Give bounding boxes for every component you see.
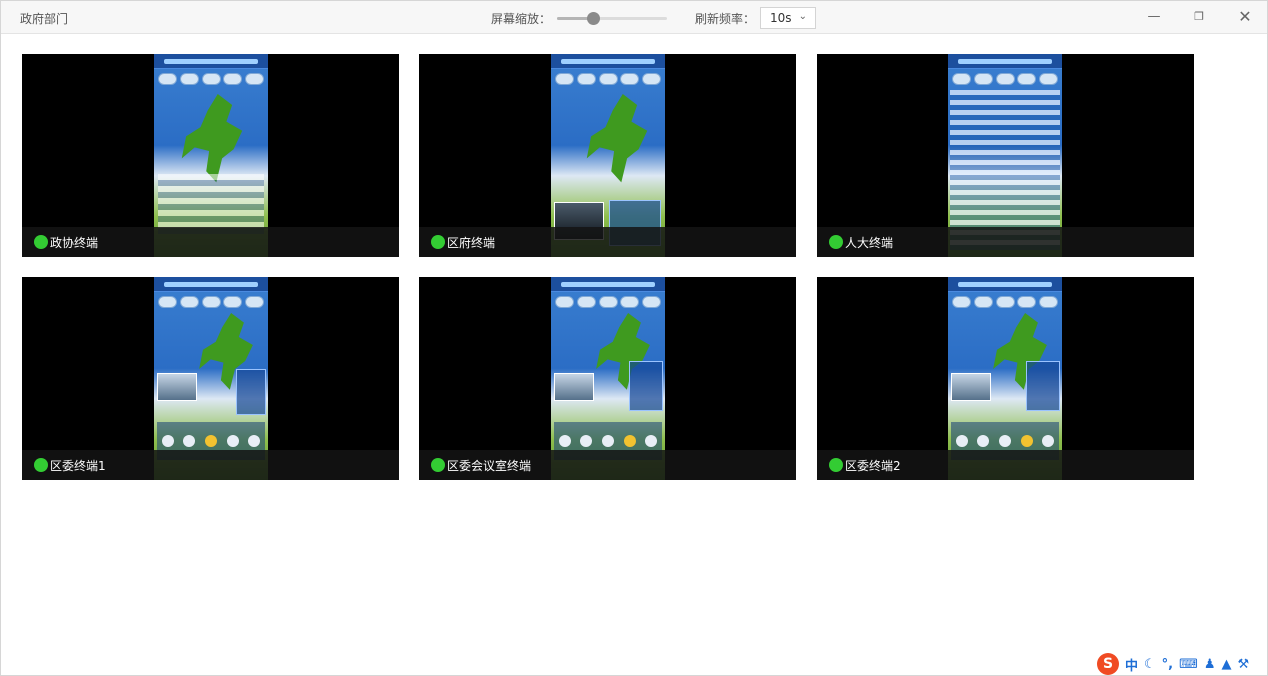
minimize-button[interactable]: —: [1142, 6, 1166, 28]
chevron-down-icon: ⌄: [798, 11, 807, 22]
keyboard-icon[interactable]: ⌨: [1179, 657, 1198, 672]
terminal-tile[interactable]: 区府终端: [419, 54, 796, 257]
tile-label: 区委终端1: [50, 459, 106, 473]
status-dot-icon: [431, 235, 445, 249]
zoom-slider[interactable]: [557, 12, 667, 25]
zoom-label: 屏幕缩放：: [491, 12, 552, 26]
tile-label: 区委会议室终端: [447, 459, 532, 473]
tile-label: 人大终端: [845, 236, 894, 250]
status-dot-icon: [34, 235, 48, 249]
tile-caption: 政协终端: [22, 227, 399, 257]
terminal-tile[interactable]: 区委终端1: [22, 277, 399, 480]
shirt-icon[interactable]: ▲: [1222, 657, 1232, 672]
tile-label: 区委终端2: [845, 459, 901, 473]
title-bar: 政府部门 屏幕缩放： 刷新频率： 10s ⌄ — ❐ ✕: [1, 1, 1267, 34]
tile-caption: 人大终端: [817, 227, 1194, 257]
wrench-icon[interactable]: ⚒: [1238, 657, 1250, 672]
terminal-tile[interactable]: 政协终端: [22, 54, 399, 257]
terminal-tile[interactable]: 人大终端: [817, 54, 1194, 257]
input-mode-toggle[interactable]: 中: [1125, 655, 1138, 674]
tile-label: 区府终端: [447, 236, 496, 250]
tile-caption: 区府终端: [419, 227, 796, 257]
zoom-slider-thumb[interactable]: [587, 12, 601, 25]
tile-caption: 区委终端1: [22, 450, 399, 480]
status-dot-icon: [431, 458, 445, 472]
tile-caption: 区委会议室终端: [419, 450, 796, 480]
refresh-rate-label: 刷新频率：: [695, 12, 756, 26]
moon-icon[interactable]: ☾: [1144, 657, 1156, 672]
refresh-rate-select[interactable]: 10s ⌄: [760, 7, 816, 29]
window-title: 政府部门: [20, 12, 69, 26]
ime-toolbar: S 中 ☾ °, ⌨ ♟ ▲ ⚒: [1097, 653, 1249, 675]
app-window: 政府部门 屏幕缩放： 刷新频率： 10s ⌄ — ❐ ✕ 政协终端 区府终端 人…: [0, 0, 1268, 676]
close-button[interactable]: ✕: [1233, 6, 1257, 28]
punctuation-icon[interactable]: °,: [1162, 657, 1173, 672]
sogou-logo-icon[interactable]: S: [1097, 653, 1119, 675]
maximize-button[interactable]: ❐: [1187, 6, 1211, 28]
tile-caption: 区委终端2: [817, 450, 1194, 480]
user-icon[interactable]: ♟: [1204, 657, 1216, 672]
refresh-rate-value: 10s: [770, 11, 792, 25]
status-dot-icon: [34, 458, 48, 472]
terminal-tile[interactable]: 区委会议室终端: [419, 277, 796, 480]
terminal-tile[interactable]: 区委终端2: [817, 277, 1194, 480]
tile-label: 政协终端: [50, 236, 99, 250]
status-dot-icon: [829, 235, 843, 249]
status-dot-icon: [829, 458, 843, 472]
